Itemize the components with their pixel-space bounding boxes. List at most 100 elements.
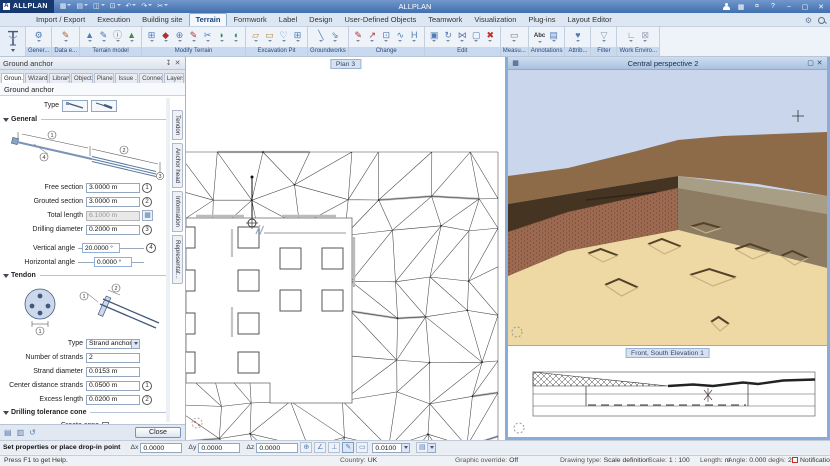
number-of-strands-input[interactable]: 2 [86, 353, 140, 363]
groundworks-profile-icon[interactable]: ⇘ [328, 30, 341, 44]
total-length-options-button[interactable]: ▦ [142, 210, 153, 221]
chevron-down-icon[interactable] [402, 443, 410, 453]
horizontal-angle-slider[interactable]: 0.0000 ° [78, 256, 144, 268]
search-icon[interactable] [818, 17, 826, 25]
new-icon[interactable]: ▦ [60, 0, 72, 13]
text-icon[interactable]: Abc [533, 29, 546, 45]
favorite-apply-icon[interactable]: ▥ [17, 428, 25, 437]
plan-canvas[interactable] [186, 57, 505, 440]
terrain-edit-icon[interactable]: ✎ [97, 30, 110, 44]
smooth-icon[interactable]: ◖ [229, 30, 242, 44]
coord-angle-icon[interactable]: ∠ [314, 442, 326, 453]
groundworks-slope-icon[interactable]: ╲ [314, 30, 327, 44]
ribbon-settings-gear-icon[interactable]: ⚙ [805, 16, 812, 25]
modify-points-icon[interactable]: ◆ [159, 30, 172, 44]
open-icon[interactable]: ▤ [76, 0, 88, 13]
pen-icon[interactable]: ✎ [342, 442, 354, 453]
side-tab-tendon[interactable]: Tendon [172, 110, 183, 140]
measure-icon[interactable]: ▭ [508, 30, 521, 44]
tab-import-export[interactable]: Import / Export [30, 14, 91, 26]
side-tab-representation[interactable]: Representat... [172, 235, 183, 284]
help-icon[interactable]: ? [768, 3, 778, 10]
status-length[interactable]: Length:m [700, 456, 730, 466]
insert-point-icon[interactable]: ⊕ [173, 30, 186, 44]
edit-rotate-icon[interactable]: ↻ [442, 30, 455, 44]
tendon-type-select[interactable]: Strand anchor [86, 339, 140, 349]
cut-mesh-icon[interactable]: ✂ [201, 30, 214, 44]
tab-building-site[interactable]: Building site [136, 14, 188, 26]
snap-tolerance-input[interactable]: 0.0100 [372, 443, 402, 453]
close-palette-button[interactable]: Close [135, 427, 181, 438]
strand-diameter-input[interactable]: 0.0153 m [86, 367, 140, 377]
palette-tab-planes[interactable]: Planes [94, 73, 115, 83]
change-wave-icon[interactable]: ∿ [394, 30, 407, 44]
grouted-section-input[interactable]: 3.0000 m [86, 197, 140, 207]
undo-icon[interactable]: ↶ [126, 0, 137, 13]
terrain-info-icon[interactable]: ⓘ [111, 30, 124, 44]
minimize-button[interactable]: – [784, 3, 794, 10]
list-icon[interactable]: ▤ [416, 442, 428, 453]
viewport-close-icon[interactable]: ✕ [815, 59, 824, 67]
palette-tab-library[interactable]: Library [49, 73, 70, 83]
section-drilling-tolerance-cone[interactable]: Drilling tolerance cone [2, 407, 167, 418]
change-edit-icon[interactable]: ✎ [352, 30, 365, 44]
window-menu-icon[interactable]: ▦ [511, 59, 520, 67]
side-tab-anchor-head[interactable]: Anchor head [172, 143, 183, 188]
elevation-viewport[interactable]: Front, South Elevation 1 [508, 345, 827, 437]
redo-icon[interactable]: ↷ [141, 0, 152, 13]
perspective-canvas[interactable] [508, 70, 827, 345]
dz-input[interactable]: 0.0000 [256, 443, 298, 453]
edit-mirror-icon[interactable]: ⋈ [456, 30, 469, 44]
general-settings-icon[interactable]: ⚙ [32, 30, 45, 44]
section-tendon[interactable]: Tendon [2, 270, 167, 281]
ground-anchor-tool-button[interactable] [0, 27, 26, 56]
terrain-point-icon[interactable]: ▲ [83, 30, 96, 44]
viewport-maximize-icon[interactable]: ▢ [806, 59, 815, 67]
anchor-type-1-button[interactable] [62, 100, 88, 112]
change-copy-icon[interactable]: ⊡ [380, 30, 393, 44]
free-section-input[interactable]: 3.0000 m [86, 183, 140, 193]
elevation-viewport-tab[interactable]: Front, South Elevation 1 [625, 348, 710, 358]
modify-mesh-icon[interactable]: ⊞ [145, 30, 158, 44]
print-icon[interactable]: ⊡ [110, 0, 121, 13]
vertical-angle-slider[interactable]: 20.0000 ° [78, 242, 144, 254]
chevron-down-icon[interactable] [428, 443, 436, 453]
work-env-grid-icon[interactable]: ⊠ [639, 30, 652, 44]
palette-tab-issue[interactable]: Issue ... [115, 73, 138, 83]
anchor-type-2-button[interactable] [91, 100, 117, 112]
elevation-canvas[interactable] [508, 346, 827, 438]
status-notifications[interactable]: Notifications [792, 456, 830, 466]
change-move-icon[interactable]: ↗ [366, 30, 379, 44]
edit-resize-icon[interactable]: ▢ [470, 30, 483, 44]
status-percent[interactable]: %:2 [778, 456, 792, 466]
pin-icon[interactable]: ↧ [164, 59, 173, 67]
work-env-icon[interactable]: ∟ [625, 30, 638, 44]
status-drawing-type[interactable]: Drawing type:Scale definition [560, 456, 650, 466]
palette-tab-connect[interactable]: Connect [139, 73, 163, 83]
attributes-icon[interactable]: ♥ [571, 30, 584, 44]
dx-input[interactable]: 0.0000 [140, 443, 182, 453]
excavation-outline-icon[interactable]: ♡ [277, 30, 290, 44]
palette-tab-ground[interactable]: Groun... [1, 73, 24, 83]
tab-label[interactable]: Label [273, 14, 303, 26]
app-menu-button[interactable]: A ALLPLAN [0, 0, 54, 13]
tab-visualization[interactable]: Visualization [468, 14, 522, 26]
favorite-save-icon[interactable]: ▤ [4, 428, 12, 437]
plan-viewport-tab[interactable]: Plan 3 [330, 59, 361, 69]
dy-input[interactable]: 0.0000 [198, 443, 240, 453]
flatten-icon[interactable]: ◗ [215, 30, 228, 44]
tab-teamwork[interactable]: Teamwork [422, 14, 468, 26]
side-tab-information[interactable]: Information [172, 191, 183, 232]
data-exchange-icon[interactable]: ✎ [59, 30, 72, 44]
tab-formwork[interactable]: Formwork [227, 14, 272, 26]
chevron-down-icon[interactable] [131, 340, 139, 348]
label-icon[interactable]: ▤ [547, 30, 560, 44]
tab-execution[interactable]: Execution [91, 14, 136, 26]
palette-close-icon[interactable]: ✕ [173, 59, 182, 67]
user-icon[interactable] [723, 3, 730, 11]
palette-tab-layers[interactable]: Layers [164, 73, 184, 83]
save-icon[interactable]: ◫ [93, 0, 105, 13]
close-button[interactable]: ✕ [816, 3, 826, 11]
create-cone-checkbox[interactable] [102, 422, 109, 424]
maximize-button[interactable]: ▢ [800, 3, 810, 11]
